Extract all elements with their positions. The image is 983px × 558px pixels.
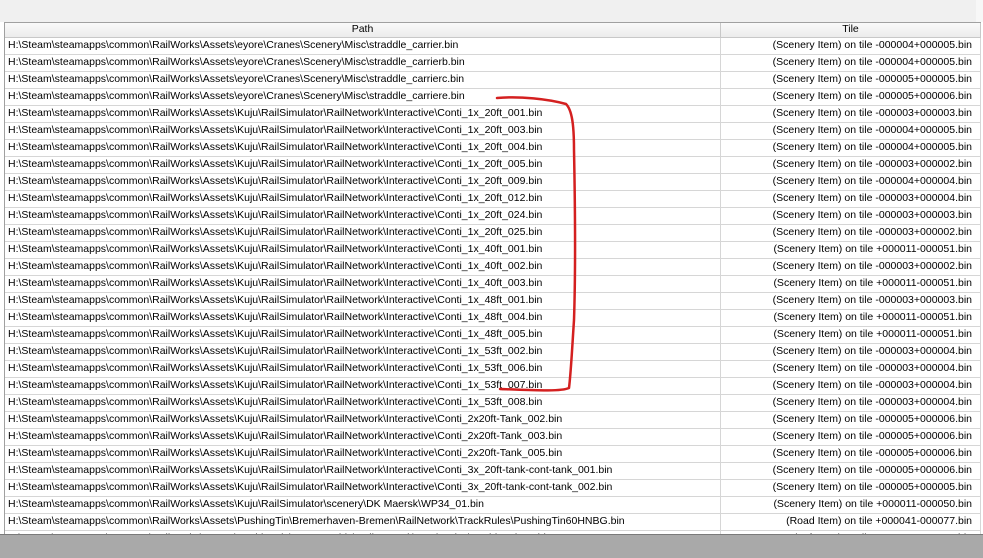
cell-tile: (Scenery Item) on tile -000003+000003.bi… [721,293,981,309]
cell-path: H:\Steam\steamapps\common\RailWorks\Asse… [5,157,721,173]
table-row[interactable]: H:\Steam\steamapps\common\RailWorks\Asse… [5,140,981,157]
column-header-tile[interactable]: Tile [721,23,981,37]
table-row[interactable]: H:\Steam\steamapps\common\RailWorks\Asse… [5,89,981,106]
cell-path: H:\Steam\steamapps\common\RailWorks\Asse… [5,72,721,88]
cell-tile: (Scenery Item) on tile -000005+000006.bi… [721,446,981,462]
cell-path: H:\Steam\steamapps\common\RailWorks\Asse… [5,514,721,530]
cell-tile: (Scenery Item) on tile -000005+000006.bi… [721,89,981,105]
table-row[interactable]: H:\Steam\steamapps\common\RailWorks\Asse… [5,123,981,140]
table-row[interactable]: H:\Steam\steamapps\common\RailWorks\Asse… [5,276,981,293]
cell-path: H:\Steam\steamapps\common\RailWorks\Asse… [5,446,721,462]
cell-path: H:\Steam\steamapps\common\RailWorks\Asse… [5,497,721,513]
cell-tile: (Scenery Item) on tile -000004+000005.bi… [721,38,981,54]
cell-tile: (Scenery Item) on tile -000003+000004.bi… [721,395,981,411]
cell-tile: (Scenery Item) on tile -000003+000004.bi… [721,361,981,377]
cell-path: H:\Steam\steamapps\common\RailWorks\Asse… [5,310,721,326]
cell-tile: (Scenery Item) on tile -000004+000005.bi… [721,123,981,139]
cell-path: H:\Steam\steamapps\common\RailWorks\Asse… [5,123,721,139]
table-row[interactable]: H:\Steam\steamapps\common\RailWorks\Asse… [5,361,981,378]
cell-tile: (Scenery Item) on tile -000003+000004.bi… [721,344,981,360]
window-top-strip [0,0,983,22]
cell-tile: (Scenery Item) on tile -000003+000003.bi… [721,106,981,122]
cell-tile: (Scenery Item) on tile +000011-000051.bi… [721,276,981,292]
table-row[interactable]: H:\Steam\steamapps\common\RailWorks\Asse… [5,106,981,123]
cell-path: H:\Steam\steamapps\common\RailWorks\Asse… [5,429,721,445]
table-row[interactable]: H:\Steam\steamapps\common\RailWorks\Asse… [5,225,981,242]
cell-path: H:\Steam\steamapps\common\RailWorks\Asse… [5,38,721,54]
table-row[interactable]: H:\Steam\steamapps\common\RailWorks\Asse… [5,463,981,480]
cell-tile: (Scenery Item) on tile -000003+000003.bi… [721,208,981,224]
table-row[interactable]: H:\Steam\steamapps\common\RailWorks\Asse… [5,55,981,72]
cell-path: H:\Steam\steamapps\common\RailWorks\Asse… [5,361,721,377]
table-row[interactable]: H:\Steam\steamapps\common\RailWorks\Asse… [5,429,981,446]
cell-path: H:\Steam\steamapps\common\RailWorks\Asse… [5,378,721,394]
cell-path: H:\Steam\steamapps\common\RailWorks\Asse… [5,55,721,71]
table-row[interactable]: H:\Steam\steamapps\common\RailWorks\Asse… [5,38,981,55]
cell-path: H:\Steam\steamapps\common\RailWorks\Asse… [5,208,721,224]
grid-body: H:\Steam\steamapps\common\RailWorks\Asse… [5,38,981,535]
cell-path: H:\Steam\steamapps\common\RailWorks\Asse… [5,276,721,292]
table-row[interactable]: H:\Steam\steamapps\common\RailWorks\Asse… [5,157,981,174]
cell-tile: (Scenery Item) on tile +000011-000051.bi… [721,310,981,326]
table-row[interactable]: H:\Steam\steamapps\common\RailWorks\Asse… [5,242,981,259]
cell-path: H:\Steam\steamapps\common\RailWorks\Asse… [5,106,721,122]
cell-path: H:\Steam\steamapps\common\RailWorks\Asse… [5,89,721,105]
cell-tile: (Scenery Item) on tile -000004+000005.bi… [721,140,981,156]
results-grid[interactable]: Path Tile H:\Steam\steamapps\common\Rail… [4,22,981,535]
cell-tile: (Scenery Item) on tile -000004+000005.bi… [721,55,981,71]
cell-tile: (Scenery Item) on tile +000011-000050.bi… [721,497,981,513]
cell-tile: (Scenery Item) on tile -000003+000002.bi… [721,225,981,241]
cell-tile: (Scenery Item) on tile -000003+000002.bi… [721,259,981,275]
status-footer [0,534,983,558]
table-row[interactable]: H:\Steam\steamapps\common\RailWorks\Asse… [5,208,981,225]
cell-path: H:\Steam\steamapps\common\RailWorks\Asse… [5,327,721,343]
table-row[interactable]: H:\Steam\steamapps\common\RailWorks\Asse… [5,259,981,276]
cell-path: H:\Steam\steamapps\common\RailWorks\Asse… [5,395,721,411]
table-row[interactable]: H:\Steam\steamapps\common\RailWorks\Asse… [5,310,981,327]
grid-header: Path Tile [5,23,981,38]
cell-path: H:\Steam\steamapps\common\RailWorks\Asse… [5,191,721,207]
cell-tile: (Scenery Item) on tile -000005+000006.bi… [721,412,981,428]
cell-tile: (Scenery Item) on tile -000005+000005.bi… [721,480,981,496]
table-row[interactable]: H:\Steam\steamapps\common\RailWorks\Asse… [5,293,981,310]
cell-path: H:\Steam\steamapps\common\RailWorks\Asse… [5,412,721,428]
cell-tile: (Scenery Item) on tile -000003+000002.bi… [721,157,981,173]
top-right-gap [976,0,983,22]
cell-tile: (Scenery Item) on tile +000011-000051.bi… [721,242,981,258]
cell-path: H:\Steam\steamapps\common\RailWorks\Asse… [5,480,721,496]
cell-path: H:\Steam\steamapps\common\RailWorks\Asse… [5,225,721,241]
cell-tile: (Scenery Item) on tile +000011-000051.bi… [721,327,981,343]
table-row[interactable]: H:\Steam\steamapps\common\RailWorks\Asse… [5,480,981,497]
cell-tile: (Scenery Item) on tile -000003+000004.bi… [721,191,981,207]
table-row[interactable]: H:\Steam\steamapps\common\RailWorks\Asse… [5,395,981,412]
table-row[interactable]: H:\Steam\steamapps\common\RailWorks\Asse… [5,327,981,344]
cell-path: H:\Steam\steamapps\common\RailWorks\Asse… [5,463,721,479]
cell-tile: (Scenery Item) on tile -000004+000004.bi… [721,174,981,190]
table-row[interactable]: H:\Steam\steamapps\common\RailWorks\Asse… [5,174,981,191]
table-row[interactable]: H:\Steam\steamapps\common\RailWorks\Asse… [5,514,981,531]
table-row[interactable]: H:\Steam\steamapps\common\RailWorks\Asse… [5,191,981,208]
table-row[interactable]: H:\Steam\steamapps\common\RailWorks\Asse… [5,72,981,89]
cell-path: H:\Steam\steamapps\common\RailWorks\Asse… [5,174,721,190]
cell-path: H:\Steam\steamapps\common\RailWorks\Asse… [5,293,721,309]
cell-tile: (Scenery Item) on tile -000005+000006.bi… [721,463,981,479]
table-row[interactable]: H:\Steam\steamapps\common\RailWorks\Asse… [5,412,981,429]
cell-tile: (Road Item) on tile +000041-000077.bin [721,514,981,530]
column-header-path[interactable]: Path [5,23,721,37]
footer-divider [0,534,983,535]
cell-tile: (Scenery Item) on tile -000003+000004.bi… [721,378,981,394]
cell-tile: (Scenery Item) on tile -000005+000005.bi… [721,72,981,88]
table-row[interactable]: H:\Steam\steamapps\common\RailWorks\Asse… [5,344,981,361]
table-row[interactable]: H:\Steam\steamapps\common\RailWorks\Asse… [5,497,981,514]
cell-tile: (Scenery Item) on tile -000005+000006.bi… [721,429,981,445]
cell-path: H:\Steam\steamapps\common\RailWorks\Asse… [5,344,721,360]
cell-path: H:\Steam\steamapps\common\RailWorks\Asse… [5,140,721,156]
table-row[interactable]: H:\Steam\steamapps\common\RailWorks\Asse… [5,378,981,395]
table-row[interactable]: H:\Steam\steamapps\common\RailWorks\Asse… [5,446,981,463]
cell-path: H:\Steam\steamapps\common\RailWorks\Asse… [5,259,721,275]
cell-path: H:\Steam\steamapps\common\RailWorks\Asse… [5,242,721,258]
